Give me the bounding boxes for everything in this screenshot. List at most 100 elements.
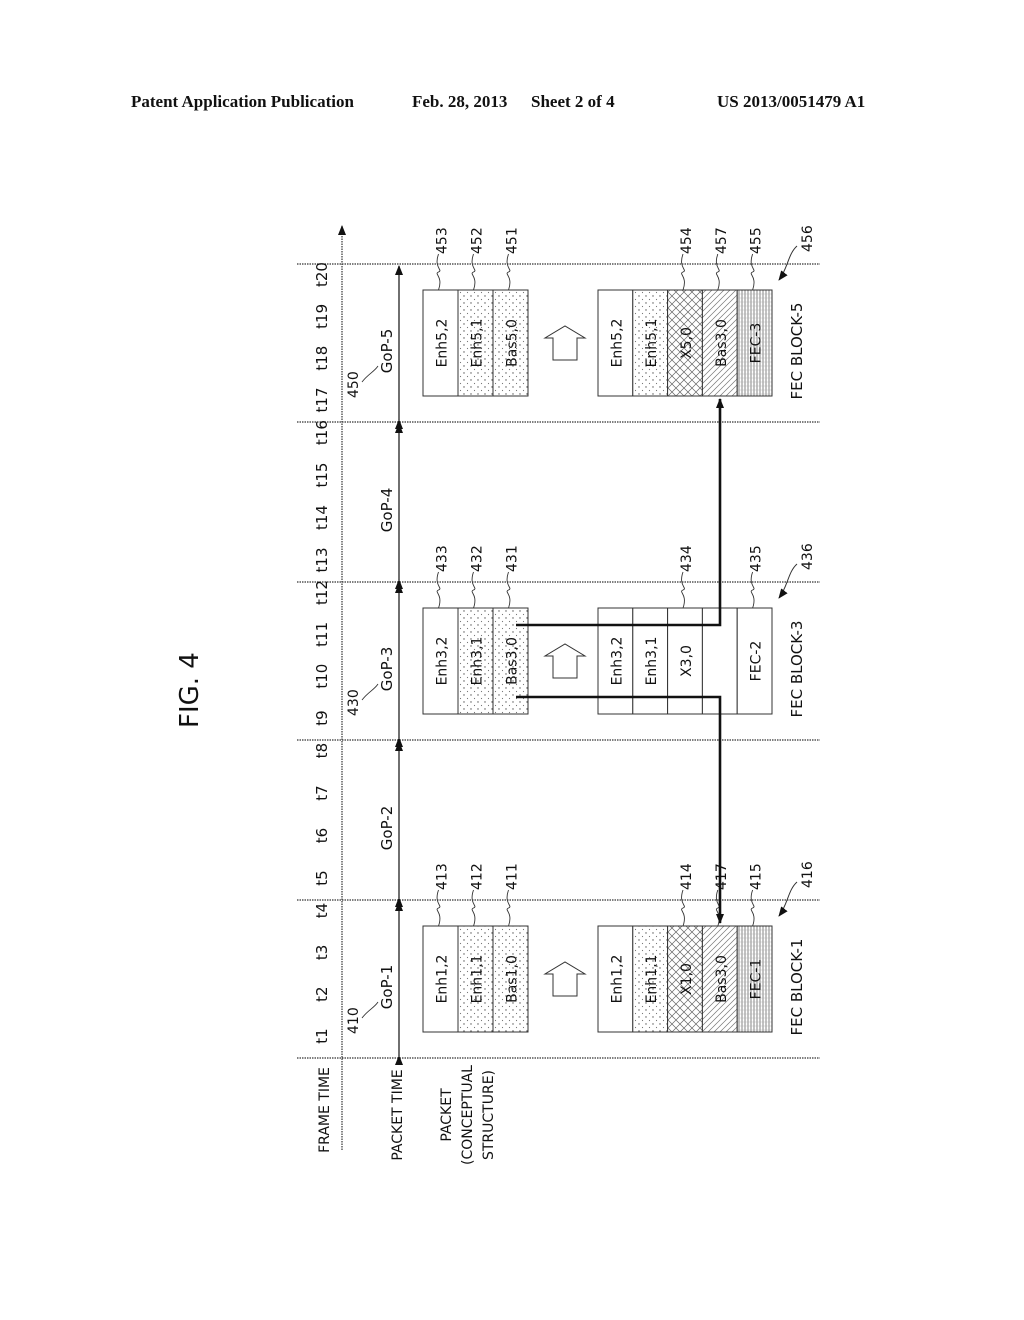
fec-block-reference-arrow — [778, 563, 798, 599]
frame-time-label: t15 — [313, 463, 331, 488]
fec-block-cell-label: X1,0 — [679, 963, 695, 995]
reference-leader — [436, 253, 441, 291]
fec-reference-number: 417 — [714, 863, 730, 890]
reference-leader — [471, 889, 476, 927]
fec-reference-number: 414 — [679, 863, 695, 890]
packet-cell-label: Enh5,1 — [470, 319, 486, 368]
row-label-packet: PACKET — [439, 1088, 455, 1142]
conversion-arrow-icon — [543, 643, 587, 679]
frame-time-label: t19 — [313, 304, 331, 329]
frame-time-label: t12 — [313, 580, 331, 605]
fec-block-cell-label: Enh1,1 — [644, 955, 660, 1004]
fec-reference-number: 457 — [714, 227, 730, 254]
packet-reference-number: 412 — [470, 863, 486, 890]
reference-leader — [436, 571, 441, 609]
conversion-arrow-icon — [543, 961, 587, 997]
gop-reference-number: 450 — [346, 371, 362, 398]
conversion-arrow-icon — [543, 325, 587, 361]
gop-label: GoP-1 — [378, 965, 396, 1009]
reference-leader — [506, 253, 511, 291]
frame-time-label: t2 — [313, 986, 331, 1001]
fec-block-cell-label: Enh3,2 — [609, 637, 625, 686]
fec-block-name: FEC BLOCK-3 — [788, 621, 806, 718]
packet-reference-number: 431 — [505, 545, 521, 572]
figure-title: FIG. 4 — [175, 652, 205, 728]
reference-leader — [681, 253, 685, 291]
reference-leader — [506, 889, 511, 927]
frame-time-label: t11 — [313, 622, 331, 647]
frame-time-label: t4 — [313, 903, 331, 918]
frame-time-label: t10 — [313, 664, 331, 689]
reference-leader — [715, 253, 720, 291]
frame-time-label: t13 — [313, 548, 331, 573]
row-label-packet-conceptual: (CONCEPTUAL — [460, 1065, 476, 1165]
fec-block-cell-label: Enh5,1 — [644, 319, 660, 368]
packet-reference-number: 453 — [435, 227, 451, 254]
packet-reference-number: 451 — [505, 227, 521, 254]
frame-time-label: t9 — [313, 710, 331, 725]
figure-4-diagram: FIG. 4 FRAME TIME PACKET TIME PACKET (CONCE… — [175, 225, 820, 1165]
frame-time-label: t14 — [313, 505, 331, 530]
connector-to-fec-block-5 — [516, 398, 724, 627]
frame-time-label: t1 — [313, 1028, 331, 1043]
fec-block-cell-label: X3,0 — [679, 645, 695, 677]
fec-block-reference-arrow — [778, 245, 798, 281]
fec-block-name: FEC BLOCK-5 — [788, 303, 806, 400]
fec-reference-number: 415 — [749, 863, 765, 890]
reference-leader — [471, 253, 476, 291]
packet-reference-number: 452 — [470, 227, 486, 254]
packet-cell-label: Enh3,1 — [470, 637, 486, 686]
frame-time-label: t17 — [313, 388, 331, 413]
packet-cell-label: Enh5,2 — [435, 319, 451, 368]
reference-leader — [750, 253, 755, 291]
reference-leader — [750, 889, 755, 927]
fec-block-cell-label: FEC-3 — [749, 323, 765, 364]
fec-block-cell-label: Bas3,0 — [714, 955, 730, 1003]
fec-block-cell-label: X5,0 — [679, 327, 695, 359]
frame-time-label: t20 — [313, 262, 331, 287]
fec-reference-number: 454 — [679, 227, 695, 254]
fec-block-reference-number: 456 — [800, 225, 816, 252]
fec-block-cell-label: Bas3,0 — [714, 319, 730, 367]
row-label-packet-structure: STRUCTURE) — [481, 1070, 497, 1160]
fec-block-cell-label: Enh3,1 — [644, 637, 660, 686]
packet-reference-number: 432 — [470, 545, 486, 572]
row-label-frame-time: FRAME TIME — [317, 1067, 333, 1153]
packet-reference-number: 433 — [435, 545, 451, 572]
fec-block-reference-number: 416 — [800, 861, 816, 888]
fec-reference-number: 435 — [749, 545, 765, 572]
gop-reference-number: 430 — [346, 689, 362, 716]
gop-label: GoP-5 — [378, 329, 396, 373]
gop-reference-number: 410 — [346, 1007, 362, 1034]
packet-cell-label: Enh1,2 — [435, 955, 451, 1004]
fec-block-cell-label: FEC-1 — [749, 959, 765, 1000]
fec-block-cell-label: FEC-2 — [749, 641, 765, 682]
reference-leader — [681, 571, 685, 609]
fec-block-cell-label: Enh5,2 — [609, 319, 625, 368]
fec-reference-number: 434 — [679, 545, 695, 572]
frame-time-label: t3 — [313, 945, 331, 960]
gop-label: GoP-2 — [378, 806, 396, 850]
fec-block-reference-arrow — [778, 881, 798, 917]
packet-cell-label: Enh1,1 — [470, 955, 486, 1004]
frame-time-label: t18 — [313, 346, 331, 371]
frame-time-label: t6 — [313, 828, 331, 843]
packet-reference-number: 413 — [435, 863, 451, 890]
fec-block-reference-number: 436 — [800, 543, 816, 570]
frame-time-label: t16 — [313, 420, 331, 445]
frame-time-label: t5 — [313, 870, 331, 885]
reference-leader — [361, 365, 379, 383]
packet-cell-label: Bas1,0 — [505, 955, 521, 1003]
reference-leader — [436, 889, 441, 927]
gop-label: GoP-4 — [378, 488, 396, 532]
packet-cell-label: Bas5,0 — [505, 319, 521, 367]
fec-block-name: FEC BLOCK-1 — [788, 939, 806, 1036]
reference-leader — [361, 1001, 379, 1019]
reference-leader — [681, 889, 685, 927]
packet-cell-label: Bas3,0 — [505, 637, 521, 685]
reference-leader — [361, 683, 379, 701]
reference-leader — [506, 571, 511, 609]
reference-leader — [750, 571, 755, 609]
diagram-marks: FRAME TIME PACKET TIME PACKET (CONCEPTUAL ST… — [313, 225, 816, 1165]
gop-label: GoP-3 — [378, 647, 396, 691]
